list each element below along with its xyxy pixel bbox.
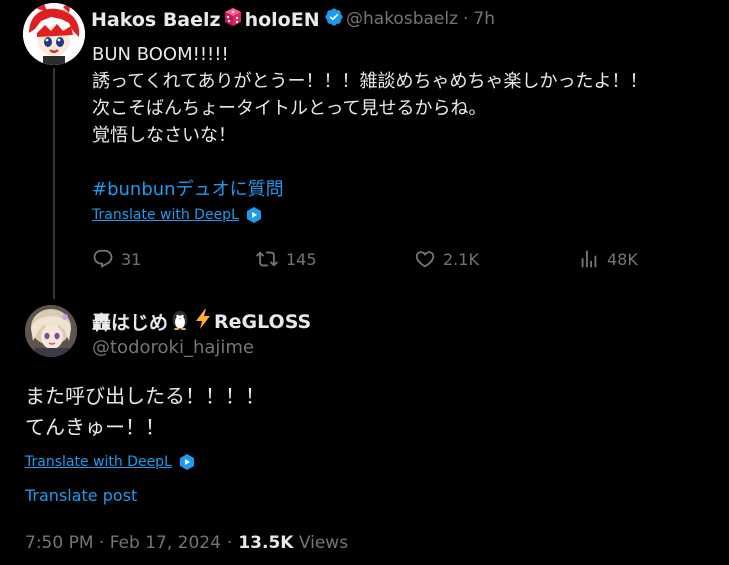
parent-tweet-text-line: BUN BOOM!!!!! — [92, 44, 229, 65]
thread-connector-line — [53, 68, 55, 299]
parent-author-name[interactable]: Hakos Baelz holoEN — [91, 7, 344, 32]
penguin-icon — [169, 308, 191, 335]
main-author-name[interactable]: 轟はじめ ReGLOSS — [92, 308, 311, 335]
parent-tweet-text-line: 覚悟しなさいな！ — [92, 125, 236, 146]
reply-count: 31 — [121, 249, 142, 269]
hashtag-link[interactable]: #bunbunデュオに質問 — [92, 175, 284, 201]
separator-dot: · — [226, 533, 233, 553]
repost-count: 145 — [286, 249, 317, 269]
like-count: 2.1K — [443, 249, 479, 269]
translate-with-deepl-label[interactable]: Translate with DeepL — [92, 207, 239, 223]
parent-author-handle-and-time[interactable]: @hakosbaelz · 7h — [346, 9, 495, 29]
main-tweet-text: また呼び出したる！！！！ てんきゅー！！ — [25, 381, 265, 443]
heart-icon — [415, 251, 435, 268]
parent-tweet-time[interactable]: 7h — [473, 9, 495, 29]
repost-button[interactable]: 145 — [255, 248, 317, 270]
parent-author-handle[interactable]: @hakosbaelz — [346, 9, 458, 29]
main-author-name-part1: 轟はじめ — [92, 312, 169, 334]
separator-dot: · — [463, 9, 469, 29]
translate-with-deepl-label[interactable]: Translate with DeepL — [25, 454, 172, 470]
views-count: 13.5K — [238, 533, 294, 553]
parent-tweet-text-line: 次こそばんちょータイトルとって見せるからね。 — [92, 98, 487, 119]
avatar-hakos-baelz[interactable] — [23, 3, 85, 65]
avatar-todoroki-hajime[interactable] — [25, 305, 77, 357]
views-count: 48K — [607, 249, 638, 269]
parent-tweet-text-line: 誘ってくれてありがとうー！！！雑談めちゃめちゃ楽しかったよ！！ — [92, 71, 648, 92]
main-author-handle[interactable]: @todoroki_hajime — [92, 337, 254, 358]
views-label: Views — [298, 533, 349, 553]
translate-post-button[interactable]: Translate post — [25, 486, 137, 505]
parent-tweet-text: BUN BOOM!!!!! 誘ってくれてありがとうー！！！雑談めちゃめちゃ楽しか… — [92, 41, 647, 149]
parent-author-name-part1: Hakos Baelz — [91, 8, 221, 31]
translate-with-deepl-link[interactable]: Translate with DeepL — [92, 206, 263, 224]
deepl-icon — [178, 453, 196, 471]
like-button[interactable]: 2.1K — [414, 248, 479, 270]
main-tweet-text-line: てんきゅー！！ — [25, 415, 165, 439]
repost-icon — [256, 251, 278, 267]
reply-icon — [93, 249, 113, 268]
translate-with-deepl-link[interactable]: Translate with DeepL — [25, 453, 196, 471]
verified-badge-icon — [324, 7, 344, 32]
avatar-image — [23, 3, 85, 65]
tweet-meta: 7:50 PM · Feb 17, 2024 · 13.5K Views — [25, 533, 348, 553]
lightning-icon — [193, 308, 213, 335]
parent-author-name-part2: holoEN — [244, 8, 320, 31]
dice-icon — [223, 7, 243, 32]
deepl-icon — [245, 206, 263, 224]
main-tweet-text-line: また呼び出したる！！！！ — [25, 384, 265, 408]
views-chart-icon — [581, 250, 597, 268]
avatar-image — [25, 305, 77, 357]
main-author-name-part2: ReGLOSS — [214, 310, 312, 333]
tweet-timestamp[interactable]: 7:50 PM · Feb 17, 2024 — [25, 533, 221, 553]
views-button[interactable]: 48K — [578, 248, 638, 270]
reply-button[interactable]: 31 — [92, 248, 141, 270]
